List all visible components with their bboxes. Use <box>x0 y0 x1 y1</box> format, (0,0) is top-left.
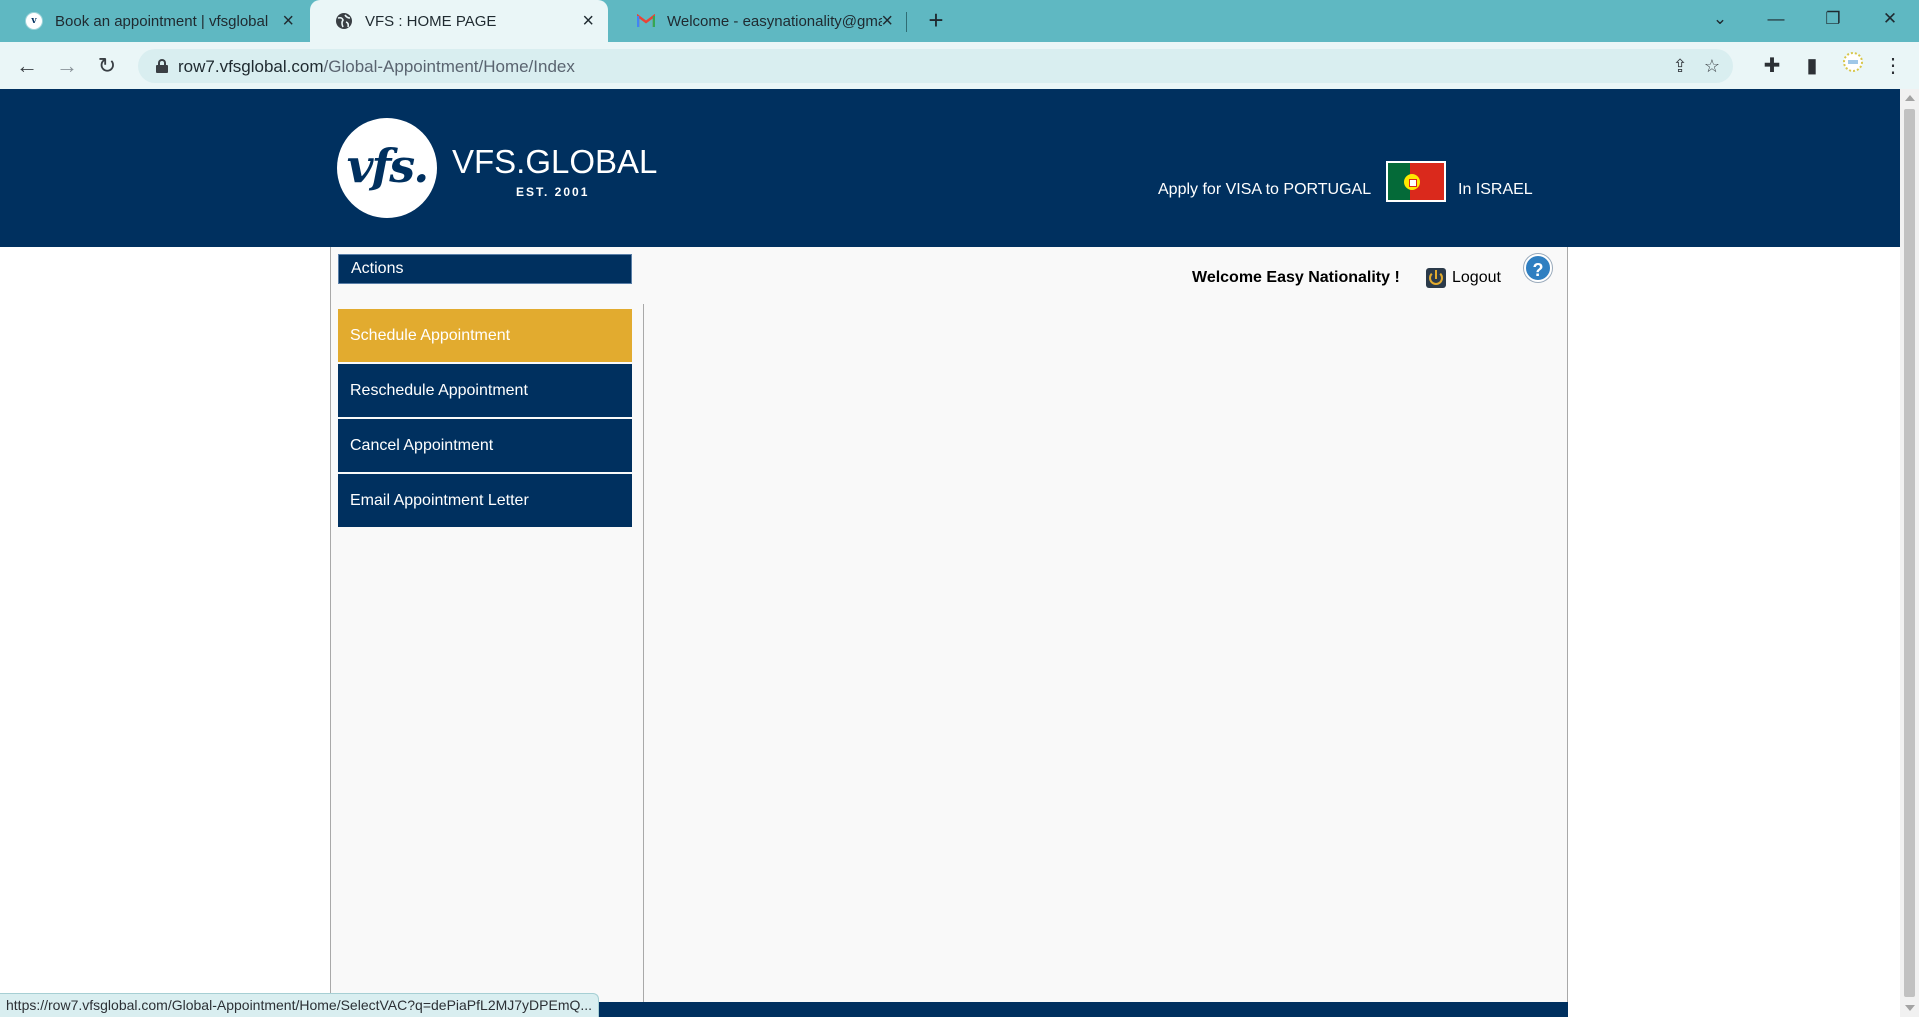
address-bar[interactable]: row7.vfsglobal.com/Global-Appointment/Ho… <box>138 49 1733 83</box>
help-icon[interactable]: ? <box>1524 254 1552 282</box>
forward-icon[interactable]: → <box>52 51 82 81</box>
profile-avatar-icon[interactable] <box>1838 51 1868 81</box>
status-bar-url: https://row7.vfsglobal.com/Global-Appoin… <box>0 993 600 1017</box>
cancel-appointment-link[interactable]: Cancel Appointment <box>338 419 632 472</box>
tab-close-icon[interactable]: × <box>282 11 294 31</box>
scroll-up-arrow-icon[interactable] <box>1905 95 1915 101</box>
tab-close-icon[interactable]: × <box>582 11 594 31</box>
url-text[interactable]: row7.vfsglobal.com/Global-Appointment/Ho… <box>178 57 575 77</box>
tab-title: Book an appointment | vfsglobal <box>55 12 269 30</box>
apply-visa-text: Apply for VISA to PORTUGAL <box>1158 181 1372 198</box>
vfs-global-logo[interactable]: vfs. VFS.GLOBAL EST. 2001 <box>330 109 660 227</box>
globe-icon <box>335 12 353 30</box>
vfs-favicon-icon: v <box>25 12 43 30</box>
scroll-down-arrow-icon[interactable] <box>1905 1005 1915 1011</box>
bookmark-star-icon[interactable]: ☆ <box>1700 54 1724 78</box>
tab-separator <box>906 12 907 32</box>
actions-menu: Schedule Appointment Reschedule Appointm… <box>338 309 632 529</box>
browser-menu-icon[interactable]: ⋮ <box>1878 51 1908 81</box>
logo-est: EST. 2001 <box>516 185 590 199</box>
site-header: vfs. VFS.GLOBAL EST. 2001 Apply for VISA… <box>0 89 1900 247</box>
new-tab-icon[interactable]: + <box>922 6 950 34</box>
window-close-icon[interactable]: ✕ <box>1870 0 1910 40</box>
extensions-icon[interactable]: ✚ <box>1757 51 1787 81</box>
actions-header: Actions <box>338 254 632 284</box>
back-icon[interactable]: ← <box>12 51 42 81</box>
logo-name: VFS.GLOBAL <box>452 143 658 180</box>
share-icon[interactable]: ⇪ <box>1668 54 1692 78</box>
reload-icon[interactable]: ↻ <box>92 51 122 81</box>
browser-tab-bar: v Book an appointment | vfsglobal × VFS … <box>0 0 1919 42</box>
country-text: In ISRAEL <box>1458 181 1533 198</box>
email-appointment-letter-link[interactable]: Email Appointment Letter <box>338 474 632 527</box>
reschedule-appointment-link[interactable]: Reschedule Appointment <box>338 364 632 417</box>
tab-title: Welcome - easynationality@gma <box>667 12 882 30</box>
browser-tab-gmail[interactable]: Welcome - easynationality@gma × <box>612 0 907 42</box>
scroll-thumb[interactable] <box>1904 109 1915 997</box>
side-panel-icon[interactable]: ▮ <box>1797 51 1827 81</box>
logout-link[interactable]: Logout <box>1452 269 1501 287</box>
browser-tab-vfs-home[interactable]: VFS : HOME PAGE × <box>310 0 608 42</box>
logout-power-icon[interactable] <box>1426 268 1446 288</box>
browser-tab-book-appointment[interactable]: v Book an appointment | vfsglobal × <box>0 0 308 42</box>
tab-close-icon[interactable]: × <box>881 11 893 31</box>
schedule-appointment-link[interactable]: Schedule Appointment <box>338 309 632 362</box>
minimize-icon[interactable]: — <box>1756 0 1796 40</box>
logo-mark: vfs. <box>337 118 437 218</box>
tab-title: VFS : HOME PAGE <box>365 12 497 30</box>
page-viewport: vfs. VFS.GLOBAL EST. 2001 Apply for VISA… <box>0 89 1900 1017</box>
restore-icon[interactable]: ❐ <box>1813 0 1853 40</box>
browser-toolbar: ← → ↻ row7.vfsglobal.com/Global-Appointm… <box>0 42 1919 89</box>
welcome-message: Welcome Easy Nationality ! <box>1192 269 1400 286</box>
portugal-flag-icon <box>1386 161 1446 202</box>
lock-icon[interactable] <box>156 59 168 73</box>
main-content-panel: Actions Schedule Appointment Reschedule … <box>330 247 1568 1017</box>
page-scrollbar[interactable] <box>1900 89 1919 1017</box>
gmail-icon <box>637 12 655 30</box>
sidebar-divider <box>643 304 644 1017</box>
tab-search-icon[interactable]: ⌄ <box>1700 0 1740 40</box>
